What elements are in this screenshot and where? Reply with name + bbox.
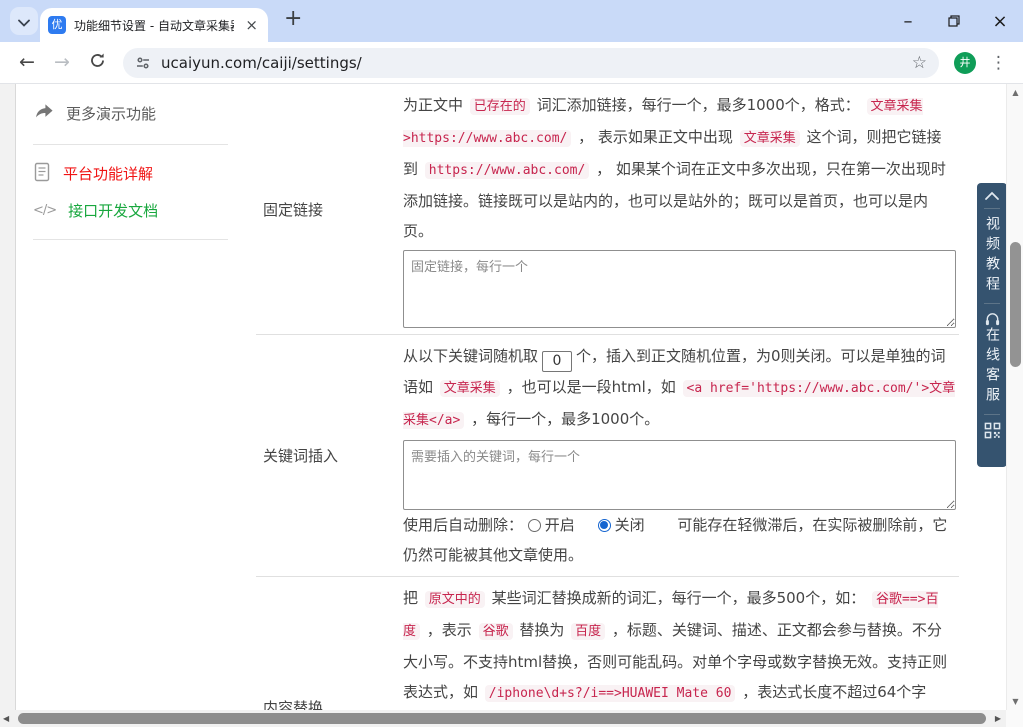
fixed-links-textarea[interactable] bbox=[403, 250, 956, 328]
bookmark-star-icon[interactable]: ☆ bbox=[912, 53, 927, 73]
inline-code: /iphone\d+s?/i==>HUAWEI Mate 60 bbox=[485, 685, 736, 702]
field-content: 从以下关键词随机取个，插入到正文随机位置，为0则关闭。可以是单独的词语如 文章采… bbox=[403, 341, 956, 570]
floatbar-divider bbox=[984, 208, 1000, 209]
sidebar-item-api-docs[interactable]: </> 接口开发文档 bbox=[33, 192, 228, 229]
settings-form: 固定链接 为正文中 已存在的 词汇添加链接，每行一个，最多1000个，格式： 文… bbox=[256, 84, 959, 727]
minimize-button[interactable]: – bbox=[885, 0, 931, 42]
keyword-count-input[interactable] bbox=[542, 351, 572, 372]
floating-helper-bar: 视频教程 在线客服 bbox=[977, 183, 1007, 467]
auto-delete-label: 使用后自动删除： bbox=[403, 516, 523, 534]
tab-title: 功能细节设置 - 自动文章采集器 bbox=[74, 17, 234, 34]
radio-off[interactable] bbox=[598, 519, 611, 532]
field-description: 为正文中 已存在的 词汇添加链接，每行一个，最多1000个，格式： 文章采集>h… bbox=[403, 90, 956, 246]
sidebar-divider bbox=[33, 144, 228, 145]
page-left-margin bbox=[0, 84, 16, 710]
scroll-right-icon[interactable]: ▶ bbox=[995, 714, 1001, 723]
scrollbar-corner bbox=[1006, 710, 1023, 727]
restore-icon bbox=[948, 12, 960, 31]
profile-avatar[interactable]: 井 bbox=[954, 52, 976, 74]
keywords-textarea[interactable] bbox=[403, 440, 956, 510]
sidebar-item-label: 平台功能详解 bbox=[63, 163, 153, 184]
horizontal-scrollbar[interactable]: ◀ ▶ bbox=[0, 710, 1006, 727]
browser-tab[interactable]: 优 功能细节设置 - 自动文章采集器 × bbox=[40, 8, 268, 42]
browser-window: 优 功能细节设置 - 自动文章采集器 × + – × ← → bbox=[0, 0, 1023, 727]
scroll-down-icon[interactable]: ▼ bbox=[1007, 697, 1023, 706]
section-keyword-insert: 关键词插入 从以下关键词随机取个，插入到正文随机位置，为0则关闭。可以是单独的词… bbox=[256, 334, 959, 576]
field-label: 关键词插入 bbox=[256, 341, 403, 570]
reload-button[interactable] bbox=[84, 52, 110, 73]
browser-toolbar: ← → ucaiyun.com/caiji/settings/ ☆ 井 ⋮ bbox=[0, 42, 1023, 84]
scroll-up-icon[interactable]: ▲ bbox=[1007, 88, 1023, 97]
field-description: 从以下关键词随机取个，插入到正文随机位置，为0则关闭。可以是单独的词语如 文章采… bbox=[403, 341, 956, 436]
field-label: 固定链接 bbox=[256, 90, 403, 328]
section-fixed-links: 固定链接 为正文中 已存在的 词汇添加链接，每行一个，最多1000个，格式： 文… bbox=[256, 84, 959, 334]
inline-code: 已存在的 bbox=[470, 98, 530, 115]
qr-code-icon[interactable] bbox=[984, 422, 1001, 439]
site-info-icon[interactable] bbox=[135, 55, 151, 71]
section-content-replace: 内容替换 把 原文中的 某些词汇替换成新的词汇，每行一个，最多500个，如： 谷… bbox=[256, 576, 959, 727]
sidebar-item-platform-features[interactable]: 平台功能详解 bbox=[33, 155, 228, 192]
window-controls: – × bbox=[885, 0, 1023, 42]
url-text[interactable]: ucaiyun.com/caiji/settings/ bbox=[161, 54, 362, 72]
inline-code: 谷歌 bbox=[479, 623, 513, 640]
site-favicon: 优 bbox=[48, 16, 66, 34]
floatbar-divider bbox=[984, 414, 1000, 415]
chevron-down-icon bbox=[18, 12, 30, 31]
video-tutorial-link[interactable]: 视频教程 bbox=[985, 216, 999, 296]
new-tab-button[interactable]: + bbox=[284, 6, 302, 31]
headset-icon[interactable] bbox=[984, 311, 1001, 327]
browser-titlebar: 优 功能细节设置 - 自动文章采集器 × + – × bbox=[0, 0, 1023, 42]
floatbar-divider bbox=[984, 303, 1000, 304]
sidebar-item-label: 更多演示功能 bbox=[66, 103, 156, 124]
scroll-left-icon[interactable]: ◀ bbox=[3, 714, 9, 723]
sidebar-divider bbox=[33, 239, 228, 240]
page-content: 更多演示功能 平台功能详解 </> 接口开发文档 固定链接 为正文中 已存在的 bbox=[0, 84, 1023, 727]
forward-button[interactable]: → bbox=[49, 53, 75, 72]
inline-code: 文章采集 bbox=[740, 130, 800, 147]
radio-off-label[interactable]: 关闭 bbox=[615, 516, 645, 534]
auto-delete-row: 使用后自动删除： 开启 关闭 可能存在轻微滞后，在实际被删除前，它仍然可能被其他… bbox=[403, 510, 956, 570]
online-service-link[interactable]: 在线客服 bbox=[985, 327, 999, 407]
collapse-chevron-up-icon[interactable] bbox=[984, 191, 1000, 201]
inline-code: 原文中的 bbox=[425, 591, 485, 608]
vertical-scrollbar-thumb[interactable] bbox=[1010, 242, 1021, 367]
code-icon: </> bbox=[33, 203, 56, 218]
auto-delete-option-off[interactable]: 关闭 bbox=[598, 516, 645, 534]
share-icon bbox=[33, 102, 54, 125]
address-bar[interactable]: ucaiyun.com/caiji/settings/ ☆ bbox=[123, 48, 939, 78]
sidebar-item-more-demos[interactable]: 更多演示功能 bbox=[33, 92, 228, 134]
inline-code: 文章采集 bbox=[440, 380, 500, 397]
sidebar: 更多演示功能 平台功能详解 </> 接口开发文档 bbox=[33, 92, 228, 250]
field-content: 把 原文中的 某些词汇替换成新的词汇，每行一个，最多500个，如： 谷歌==>百… bbox=[403, 583, 956, 727]
tab-close-icon[interactable]: × bbox=[245, 18, 258, 33]
document-icon bbox=[33, 162, 51, 186]
browser-menu-icon[interactable]: ⋮ bbox=[990, 53, 1007, 73]
reload-icon bbox=[89, 52, 106, 73]
sidebar-item-label: 接口开发文档 bbox=[68, 200, 158, 221]
vertical-scrollbar[interactable]: ▲ ▼ bbox=[1006, 84, 1023, 710]
radio-on[interactable] bbox=[528, 519, 541, 532]
inline-code: https://www.abc.com/ bbox=[425, 162, 590, 179]
auto-delete-option-on[interactable]: 开启 bbox=[528, 516, 575, 534]
tab-search-button[interactable] bbox=[10, 7, 38, 35]
radio-on-label[interactable]: 开启 bbox=[545, 516, 575, 534]
horizontal-scrollbar-thumb[interactable] bbox=[18, 713, 986, 724]
field-content: 为正文中 已存在的 词汇添加链接，每行一个，最多1000个，格式： 文章采集>h… bbox=[403, 90, 956, 328]
field-label: 内容替换 bbox=[256, 583, 403, 727]
close-button[interactable]: × bbox=[977, 0, 1023, 42]
restore-button[interactable] bbox=[931, 0, 977, 42]
inline-code: 百度 bbox=[571, 623, 605, 640]
field-description: 把 原文中的 某些词汇替换成新的词汇，每行一个，最多500个，如： 谷歌==>百… bbox=[403, 583, 956, 727]
back-button[interactable]: ← bbox=[14, 53, 40, 72]
